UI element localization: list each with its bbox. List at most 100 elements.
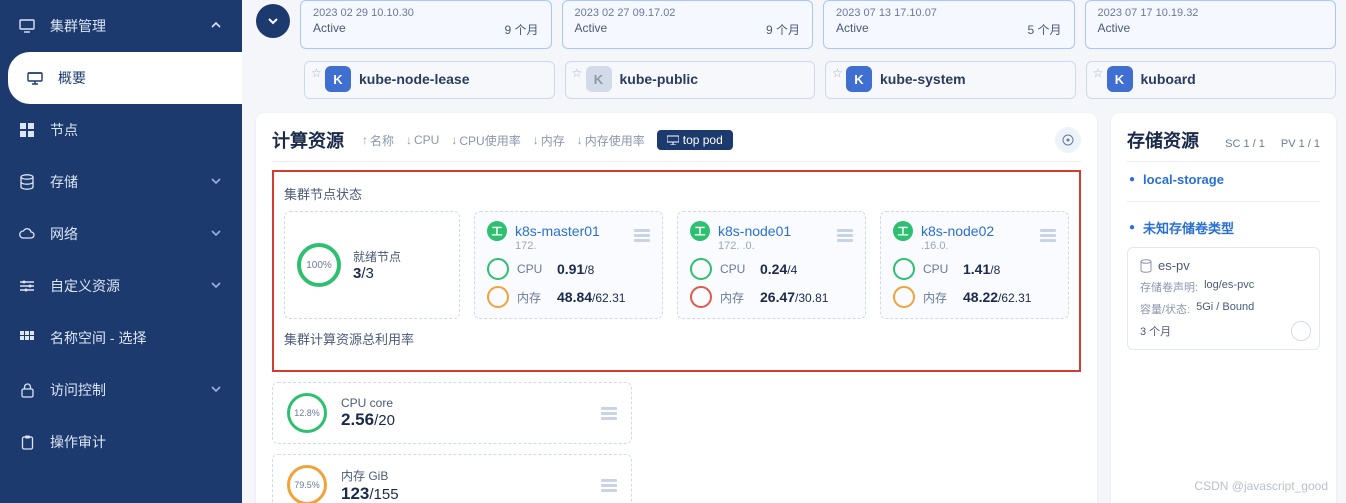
sidebar-head-label: 集群管理 — [50, 16, 210, 36]
util-value: 2.56/20 — [341, 410, 587, 430]
storage-class-item[interactable]: 未知存储卷类型 — [1127, 208, 1320, 247]
chevron-up-icon — [210, 19, 224, 33]
cpu-label: CPU — [517, 262, 549, 276]
cpu-value: 1.41/8 — [963, 261, 1000, 277]
bars-icon — [601, 407, 617, 420]
bars-icon — [634, 220, 650, 242]
star-icon[interactable]: ☆ — [311, 66, 322, 80]
sliders-icon — [18, 277, 36, 295]
namespace-card[interactable]: ☆ K kuboard — [1086, 61, 1337, 99]
ns-summary-card[interactable]: 2023 02 29 10.10.30 Active9 个月 — [300, 0, 552, 49]
panel-title: 计算资源 — [272, 127, 344, 153]
namespace-badge: K — [325, 66, 351, 92]
top-pod-button[interactable]: top pod — [657, 130, 733, 150]
cpu-value: 0.24/4 — [760, 261, 797, 277]
sidebar-item-label: 网络 — [50, 224, 210, 244]
sort-mem[interactable]: ↓ 内存 — [533, 132, 565, 149]
sidebar-head-cluster[interactable]: 集群管理 — [0, 0, 242, 52]
node-status-icon: 工 — [487, 221, 507, 241]
sidebar-item-label: 自定义资源 — [50, 276, 210, 296]
card-status: Active — [575, 21, 608, 38]
cpu-label: CPU — [720, 262, 752, 276]
sort-cpu-usage[interactable]: ↓ CPU使用率 — [451, 132, 520, 149]
pv-name: es-pv — [1140, 258, 1307, 273]
bars-icon — [601, 479, 617, 492]
apps-icon — [18, 329, 36, 347]
sort-cpu[interactable]: ↓ CPU — [406, 133, 439, 147]
chevron-down-icon — [210, 383, 224, 397]
sidebar-item-nodes[interactable]: 节点 — [0, 104, 242, 156]
sort-name[interactable]: ↑ 名称 — [362, 132, 394, 149]
util-label: 内存 GiB — [341, 467, 587, 484]
namespace-badge: K — [1107, 66, 1133, 92]
collapse-button[interactable] — [256, 4, 290, 38]
storage-class-item[interactable]: local-storage — [1127, 162, 1320, 197]
node-ip: .16.0. — [921, 240, 1056, 252]
sidebar-item-label: 节点 — [50, 120, 224, 140]
namespace-badge: K — [586, 66, 612, 92]
lock-icon — [18, 381, 36, 399]
node-card[interactable]: 工 k8s-master01 172. CPU0.91/8 内存48.84/62… — [474, 211, 663, 319]
namespace-card[interactable]: ☆ K kube-system — [825, 61, 1076, 99]
ns-summary-card[interactable]: 2023 02 27 09.17.02 Active9 个月 — [562, 0, 814, 49]
sidebar-item-label: 操作审计 — [50, 432, 224, 452]
sidebar-item-label: 存储 — [50, 172, 210, 192]
pv-card[interactable]: es-pv 存储卷声明:log/es-pvc 容量/状态:5Gi / Bound… — [1127, 247, 1320, 350]
node-ip: 172. .0. — [718, 240, 853, 252]
chevron-down-icon — [210, 279, 224, 293]
node-status-icon: 工 — [690, 221, 710, 241]
chevron-down-icon — [210, 175, 224, 189]
namespace-name: kube-public — [620, 71, 699, 87]
namespace-badge: K — [846, 66, 872, 92]
sidebar-item-namespace-select[interactable]: 名称空间 - 选择 — [0, 312, 242, 364]
card-timestamp: 2023 07 13 17.10.07 — [836, 7, 1062, 19]
sidebar-item-crd[interactable]: 自定义资源 — [0, 260, 242, 312]
ns-summary-card[interactable]: 2023 07 13 17.10.07 Active5 个月 — [823, 0, 1075, 49]
namespace-card[interactable]: ☆ K kube-public — [565, 61, 816, 99]
sidebar-item-label: 访问控制 — [50, 380, 210, 400]
star-icon[interactable]: ☆ — [572, 66, 583, 80]
cpu-gauge — [487, 258, 509, 280]
cpu-total-gauge: 12.8% — [287, 393, 327, 433]
pv-count: PV 1 / 1 — [1281, 138, 1320, 150]
main-content: 2023 02 29 10.10.30 Active9 个月 2023 02 2… — [242, 0, 1346, 503]
panel-title: 存储资源 — [1127, 127, 1199, 153]
chevron-down-icon — [210, 227, 224, 241]
chevron-down-icon — [266, 14, 280, 28]
mem-label: 内存 — [923, 289, 955, 306]
refresh-button[interactable] — [1055, 127, 1081, 153]
card-timestamp: 2023 07 17 10.19.32 — [1098, 7, 1324, 19]
node-name: k8s-master01 — [515, 223, 600, 239]
node-name: k8s-node02 — [921, 223, 994, 239]
monitor-icon — [18, 17, 36, 35]
node-card[interactable]: 工 k8s-node01 172. .0. CPU0.24/4 内存26.47/… — [677, 211, 866, 319]
cpu-gauge — [690, 258, 712, 280]
presentation-icon — [667, 135, 679, 145]
grid-icon — [18, 121, 36, 139]
namespace-name: kuboard — [1141, 71, 1196, 87]
star-icon[interactable]: ☆ — [832, 66, 843, 80]
card-status: Active — [1098, 21, 1131, 35]
star-icon[interactable]: ☆ — [1093, 66, 1104, 80]
sidebar: 集群管理 概要 节点 存储 网络 自定义资源 名称空间 - 选择 — [0, 0, 242, 503]
node-status-heading: 集群节点状态 — [284, 184, 1069, 203]
mem-label: 内存 — [517, 289, 549, 306]
mem-gauge — [690, 286, 712, 308]
sidebar-item-overview[interactable]: 概要 — [8, 52, 242, 104]
ready-value: 3/3 — [353, 265, 401, 282]
namespace-card[interactable]: ☆ K kube-node-lease — [304, 61, 555, 99]
ready-gauge: 100% — [297, 243, 341, 287]
highlighted-region: 集群节点状态 100% 就绪节点 3/3 工 k8s — [272, 170, 1081, 372]
ns-summary-card[interactable]: 2023 07 17 10.19.32 Active — [1085, 0, 1337, 49]
sidebar-item-access[interactable]: 访问控制 — [0, 364, 242, 416]
sidebar-item-storage[interactable]: 存储 — [0, 156, 242, 208]
sort-mem-usage[interactable]: ↓ 内存使用率 — [577, 132, 645, 149]
more-icon[interactable] — [1291, 321, 1311, 341]
node-card[interactable]: 工 k8s-node02 .16.0. CPU1.41/8 内存48.22/62… — [880, 211, 1069, 319]
sidebar-item-network[interactable]: 网络 — [0, 208, 242, 260]
card-timestamp: 2023 02 27 09.17.02 — [575, 7, 801, 19]
sidebar-item-audit[interactable]: 操作审计 — [0, 416, 242, 468]
card-status: Active — [836, 21, 869, 38]
presentation-icon — [26, 69, 44, 87]
node-ip: 172. — [515, 240, 650, 252]
